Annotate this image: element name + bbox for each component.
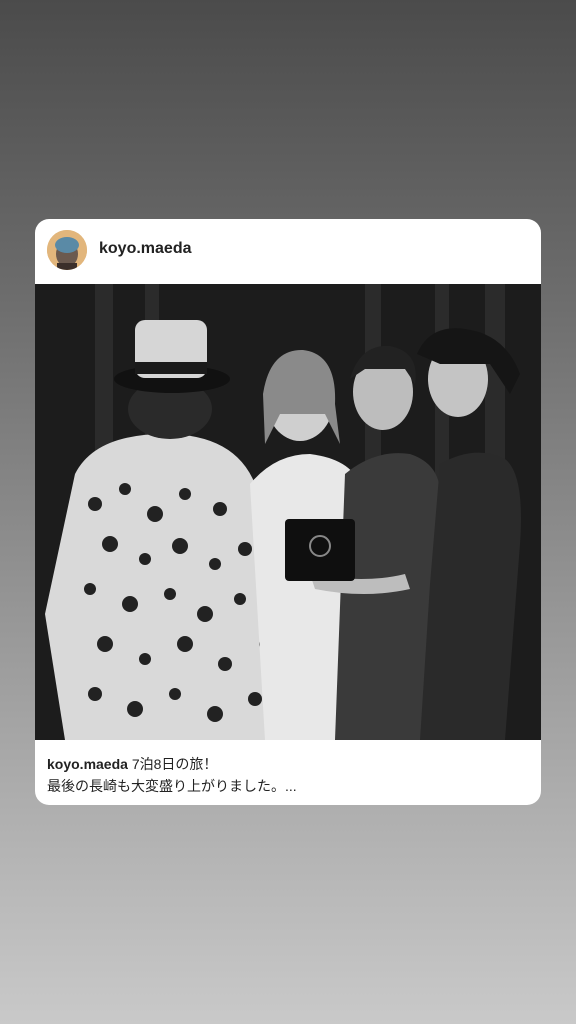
caption-line-1: koyo.maeda 7泊8日の旅！ [47,753,527,775]
post-photo [35,284,541,740]
caption-text-line1: 7泊8日の旅！ [131,756,218,772]
shared-post-card[interactable]: koyo.maeda koyo.maeda 7泊8日の旅！ 最後の長崎も大変盛り… [35,219,541,805]
post-caption: koyo.maeda 7泊8日の旅！ 最後の長崎も大変盛り上がりました。... [47,753,527,797]
caption-text-line2: 最後の長崎も大変盛り上がりました。... [47,778,297,794]
post-username[interactable]: koyo.maeda [99,240,191,258]
caption-username[interactable]: koyo.maeda [47,756,128,772]
post-header[interactable]: koyo.maeda [35,219,541,283]
avatar[interactable] [47,230,87,270]
